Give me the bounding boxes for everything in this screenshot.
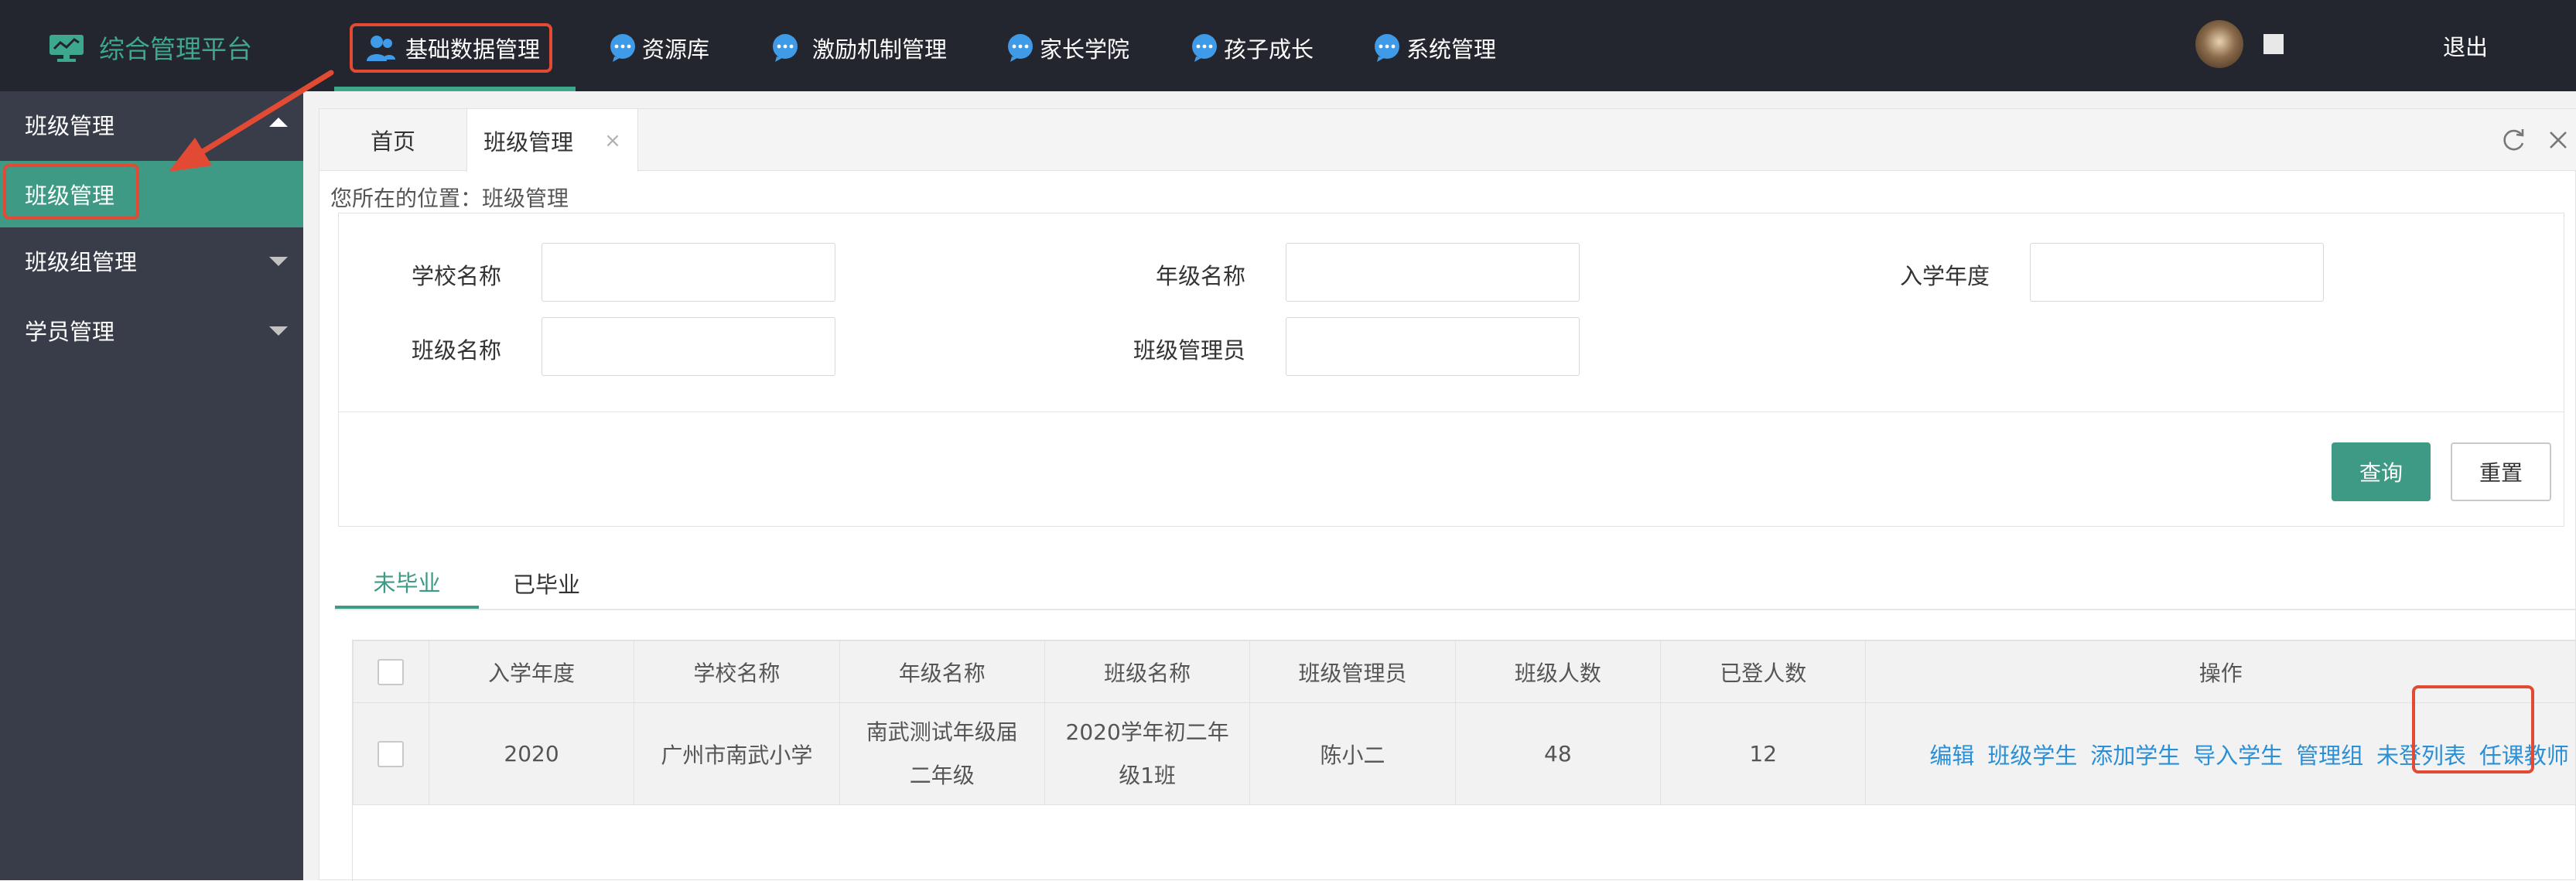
cell-text-line: 级1班 — [1119, 762, 1177, 788]
cell-class-name: 2020学年初二年 级1班 — [1044, 702, 1251, 805]
main-area: 首页 班级管理 × 您所在的位置：班级管理 学校名称 年级名称 入学年度 班级名… — [303, 91, 2576, 881]
grade-name-label: 年级名称 — [1155, 263, 1245, 289]
content-panel: 首页 班级管理 × 您所在的位置：班级管理 学校名称 年级名称 入学年度 班级名… — [319, 108, 2576, 881]
breadcrumb: 您所在的位置：班级管理 — [330, 186, 569, 211]
annotation-highlight-teachers — [2412, 685, 2534, 773]
reset-button[interactable]: 重置 — [2451, 442, 2551, 501]
sidebar-item-label: 学员管理 — [25, 319, 115, 345]
school-name-label: 学校名称 — [411, 263, 501, 289]
sidebar-item-label: 班级组管理 — [25, 249, 138, 275]
cell-text-line: 二年级 — [909, 762, 975, 788]
nav-label: 孩子成长 — [1224, 36, 1314, 63]
avatar[interactable] — [2195, 20, 2243, 68]
close-icon[interactable]: × — [604, 129, 621, 152]
class-manager-label: 班级管理员 — [1133, 337, 1245, 364]
edit-link[interactable]: 编辑 — [1929, 743, 1974, 769]
divider — [339, 411, 2564, 412]
table-header-row: 入学年度 学校名称 年级名称 班级名称 班级管理员 班级人数 已登人数 操作 — [353, 640, 2576, 703]
select-all-cell — [353, 640, 429, 703]
nav-item-resources[interactable]: 资源库 — [608, 23, 709, 73]
chat-icon — [1192, 34, 1217, 62]
enrollment-year-label: 入学年度 — [1899, 263, 1990, 289]
class-table-grid: 入学年度 学校名称 年级名称 班级名称 班级管理员 班级人数 已登人数 操作 2… — [353, 640, 2576, 805]
tab-not-graduated[interactable]: 未毕业 — [335, 558, 479, 609]
monitor-icon — [50, 35, 84, 62]
chat-icon — [1008, 34, 1033, 62]
annotation-highlight-sidebar — [3, 164, 139, 220]
column-header[interactable]: 学校名称 — [634, 640, 840, 703]
chat-icon — [1375, 34, 1399, 62]
table-row: 2020 广州市南武小学 南武测试年级届 二年级 2020学年初二年 级1班 陈… — [353, 702, 2576, 805]
cell-text-line: 南武测试年级届 — [866, 719, 1018, 745]
class-table: 入学年度 学校名称 年级名称 班级名称 班级管理员 班级人数 已登人数 操作 2… — [352, 640, 2576, 881]
top-navbar: 综合管理平台 基础数据管理 资源库 激励机制管理 家长学院 孩子成长 系统管理 … — [0, 0, 2576, 91]
tab-graduated[interactable]: 已毕业 — [513, 558, 580, 609]
column-header[interactable]: 入学年度 — [428, 640, 635, 703]
logout-link[interactable]: 退出 — [2443, 29, 2488, 62]
column-header[interactable]: 已登人数 — [1660, 640, 1867, 703]
chat-icon — [773, 34, 798, 62]
cell-class-size: 48 — [1454, 702, 1662, 805]
brand-title: 综合管理平台 — [99, 34, 252, 64]
tab-home[interactable]: 首页 — [319, 109, 466, 171]
sidebar-group-class-management[interactable]: 班级管理 — [0, 91, 303, 158]
nav-item-basic-data[interactable]: 基础数据管理 — [350, 23, 552, 73]
add-student-link[interactable]: 添加学生 — [2090, 743, 2180, 769]
sidebar-group-student-management[interactable]: 学员管理 — [0, 297, 303, 364]
sidebar-item-label: 班级管理 — [25, 113, 115, 139]
nav-item-incentive[interactable]: 激励机制管理 — [770, 23, 947, 73]
column-header[interactable]: 班级人数 — [1454, 640, 1662, 703]
column-header[interactable]: 班级管理员 — [1249, 640, 1456, 703]
cell-school-name: 广州市南武小学 — [634, 702, 840, 805]
sidebar-group-class-group-management[interactable]: 班级组管理 — [0, 227, 303, 294]
refresh-icon[interactable] — [2499, 126, 2527, 154]
close-icon[interactable] — [2544, 126, 2572, 154]
grade-name-input[interactable] — [1286, 243, 1580, 302]
class-manager-input[interactable] — [1286, 317, 1580, 376]
import-students-link[interactable]: 导入学生 — [2193, 743, 2283, 769]
chat-icon — [610, 34, 635, 62]
class-name-input[interactable] — [542, 317, 835, 376]
class-name-label: 班级名称 — [411, 337, 501, 364]
tab-label: 班级管理 — [483, 128, 574, 155]
nav-item-parent-academy[interactable]: 家长学院 — [1006, 23, 1129, 73]
select-all-checkbox[interactable] — [378, 659, 405, 685]
query-button[interactable]: 查询 — [2332, 442, 2431, 501]
status-tabs: 未毕业 已毕业 — [335, 558, 2576, 610]
caret-down-icon — [269, 326, 288, 336]
class-students-link[interactable]: 班级学生 — [1987, 743, 2077, 769]
row-checkbox[interactable] — [378, 741, 405, 767]
tab-class-management[interactable]: 班级管理 × — [466, 109, 638, 172]
nav-item-system[interactable]: 系统管理 — [1372, 23, 1496, 73]
tab-label: 首页 — [370, 128, 415, 155]
cell-text-line: 2020学年初二年 — [1065, 719, 1229, 745]
page-tabstrip: 首页 班级管理 × — [319, 109, 2576, 172]
caret-up-icon — [269, 118, 288, 127]
row-select-cell — [353, 702, 429, 805]
search-form: 学校名称 年级名称 入学年度 班级名称 班级管理员 查询 重置 — [338, 213, 2564, 527]
column-header[interactable]: 班级名称 — [1044, 640, 1251, 703]
users-icon — [367, 36, 395, 61]
nav-label: 激励机制管理 — [812, 36, 948, 63]
cell-grade-name: 南武测试年级届 二年级 — [839, 702, 1045, 805]
nav-item-child-growth[interactable]: 孩子成长 — [1190, 23, 1314, 73]
cell-enrollment-year: 2020 — [428, 702, 635, 805]
column-header[interactable]: 年级名称 — [839, 640, 1045, 703]
cell-logged-count: 12 — [1660, 702, 1867, 805]
nav-label: 资源库 — [642, 36, 710, 63]
caret-down-icon — [269, 257, 288, 266]
cell-class-manager: 陈小二 — [1249, 702, 1456, 805]
enrollment-year-input[interactable] — [2030, 243, 2324, 302]
nav-label: 家长学院 — [1040, 36, 1130, 63]
school-name-input[interactable] — [542, 243, 835, 302]
nav-label: 系统管理 — [1406, 36, 1497, 63]
nav-label: 基础数据管理 — [405, 36, 541, 63]
brand[interactable]: 综合管理平台 — [48, 26, 252, 68]
manage-group-link[interactable]: 管理组 — [2296, 743, 2363, 769]
user-menu-icon[interactable] — [2263, 34, 2284, 54]
